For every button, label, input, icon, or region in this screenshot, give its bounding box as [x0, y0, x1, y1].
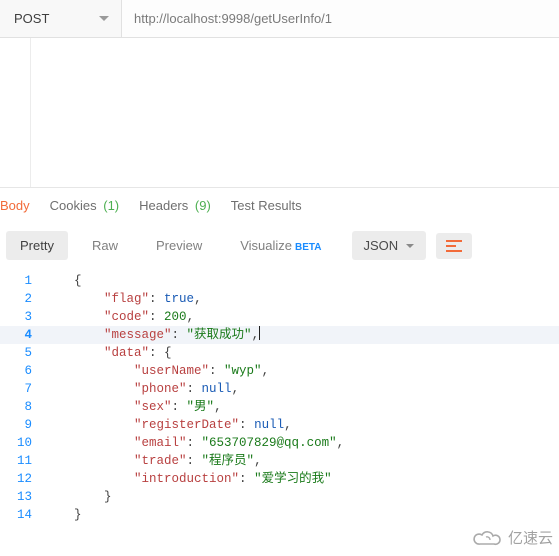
headers-count: (9) — [195, 198, 211, 213]
response-view-toolbar: Pretty Raw Preview Visualize BETA JSON — [0, 223, 559, 272]
chevron-down-icon — [99, 16, 109, 21]
code-line: 4 "message": "获取成功", — [0, 326, 559, 344]
content-type-select[interactable]: JSON — [352, 231, 427, 260]
url-input[interactable]: http://localhost:9998/getUserInfo/1 — [122, 0, 559, 37]
line-number: 1 — [0, 272, 44, 290]
beta-badge: BETA — [295, 242, 321, 253]
view-visualize-button[interactable]: Visualize BETA — [226, 231, 335, 260]
line-number: 12 — [0, 470, 44, 488]
code-line: 2 "flag": true, — [0, 290, 559, 308]
content-type-value: JSON — [364, 238, 399, 253]
wrap-icon — [446, 240, 462, 252]
code-line: 13 } — [0, 488, 559, 506]
wrap-lines-button[interactable] — [436, 233, 472, 259]
chevron-down-icon — [406, 244, 414, 248]
watermark-text: 亿速云 — [508, 527, 553, 548]
line-number: 2 — [0, 290, 44, 308]
http-method-select[interactable]: POST — [0, 0, 122, 37]
tab-headers-label: Headers — [139, 198, 188, 213]
line-number: 5 — [0, 344, 44, 362]
text-cursor — [259, 326, 260, 340]
code-line: 6 "userName": "wyp", — [0, 362, 559, 380]
tab-headers[interactable]: Headers (9) — [139, 198, 211, 213]
line-number: 8 — [0, 398, 44, 416]
view-pretty-button[interactable]: Pretty — [6, 231, 68, 260]
code-line: 9 "registerDate": null, — [0, 416, 559, 434]
code-line: 12 "introduction": "爱学习的我" — [0, 470, 559, 488]
code-line: 7 "phone": null, — [0, 380, 559, 398]
view-preview-button[interactable]: Preview — [142, 231, 216, 260]
code-line: 8 "sex": "男", — [0, 398, 559, 416]
code-line: 5 "data": { — [0, 344, 559, 362]
line-number: 6 — [0, 362, 44, 380]
code-line: 14 } — [0, 506, 559, 524]
line-number: 14 — [0, 506, 44, 524]
http-method-value: POST — [14, 11, 49, 26]
view-raw-button[interactable]: Raw — [78, 231, 132, 260]
line-number: 10 — [0, 434, 44, 452]
cloud-icon — [472, 528, 502, 548]
cookies-count: (1) — [103, 198, 119, 213]
line-number: 4 — [0, 326, 44, 344]
url-value: http://localhost:9998/getUserInfo/1 — [134, 11, 332, 26]
request-bar: POST http://localhost:9998/getUserInfo/1 — [0, 0, 559, 38]
tab-body[interactable]: Body — [0, 198, 30, 213]
watermark: 亿速云 — [472, 527, 553, 548]
line-number: 3 — [0, 308, 44, 326]
line-number: 7 — [0, 380, 44, 398]
code-line: 3 "code": 200, — [0, 308, 559, 326]
response-tabs: Body Cookies (1) Headers (9) Test Result… — [0, 188, 559, 223]
visualize-label: Visualize — [240, 238, 292, 253]
tab-cookies-label: Cookies — [50, 198, 97, 213]
tab-cookies[interactable]: Cookies (1) — [50, 198, 119, 213]
code-line: 11 "trade": "程序员", — [0, 452, 559, 470]
line-number: 9 — [0, 416, 44, 434]
line-number: 11 — [0, 452, 44, 470]
code-line: 10 "email": "653707829@qq.com", — [0, 434, 559, 452]
request-body-editor[interactable] — [0, 38, 559, 188]
code-line: 1 { — [0, 272, 559, 290]
line-number: 13 — [0, 488, 44, 506]
tab-test-results[interactable]: Test Results — [231, 198, 302, 213]
response-body-code[interactable]: 1 { 2 "flag": true, 3 "code": 200, 4 "me… — [0, 272, 559, 524]
